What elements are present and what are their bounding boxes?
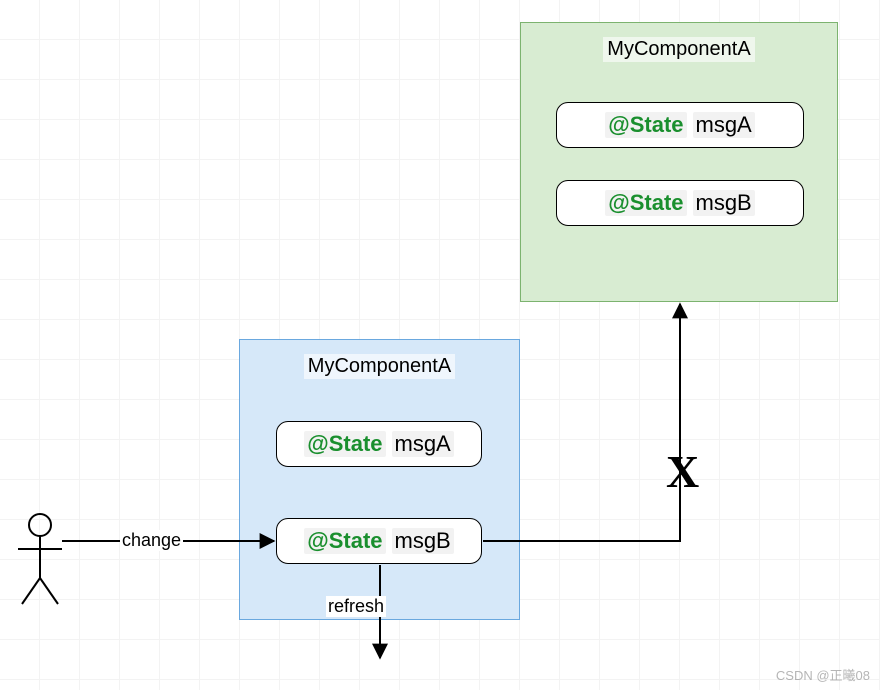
component-box-right: MyComponentA: [520, 22, 838, 302]
state-pill-left-msga: @State msgA: [276, 421, 482, 467]
component-box-left: MyComponentA: [239, 339, 520, 620]
state-annotation: @State: [605, 112, 686, 138]
state-variable: msgA: [392, 431, 454, 457]
edge-label-change: change: [120, 530, 183, 551]
state-variable: msgB: [693, 190, 755, 216]
state-pill-right-msgb: @State msgB: [556, 180, 804, 226]
state-pill-left-msgb: @State msgB: [276, 518, 482, 564]
state-variable: msgB: [392, 528, 454, 554]
state-annotation: @State: [304, 528, 385, 554]
state-pill-right-msga: @State msgA: [556, 102, 804, 148]
actor-icon: [18, 514, 62, 604]
component-title-left: MyComponentA: [304, 354, 455, 379]
watermark: CSDN @正曦08: [776, 665, 870, 684]
component-title-right: MyComponentA: [603, 37, 754, 62]
state-variable: msgA: [693, 112, 755, 138]
block-mark-x: X: [666, 445, 699, 498]
state-annotation: @State: [605, 190, 686, 216]
edge-label-refresh: refresh: [326, 596, 386, 617]
state-annotation: @State: [304, 431, 385, 457]
